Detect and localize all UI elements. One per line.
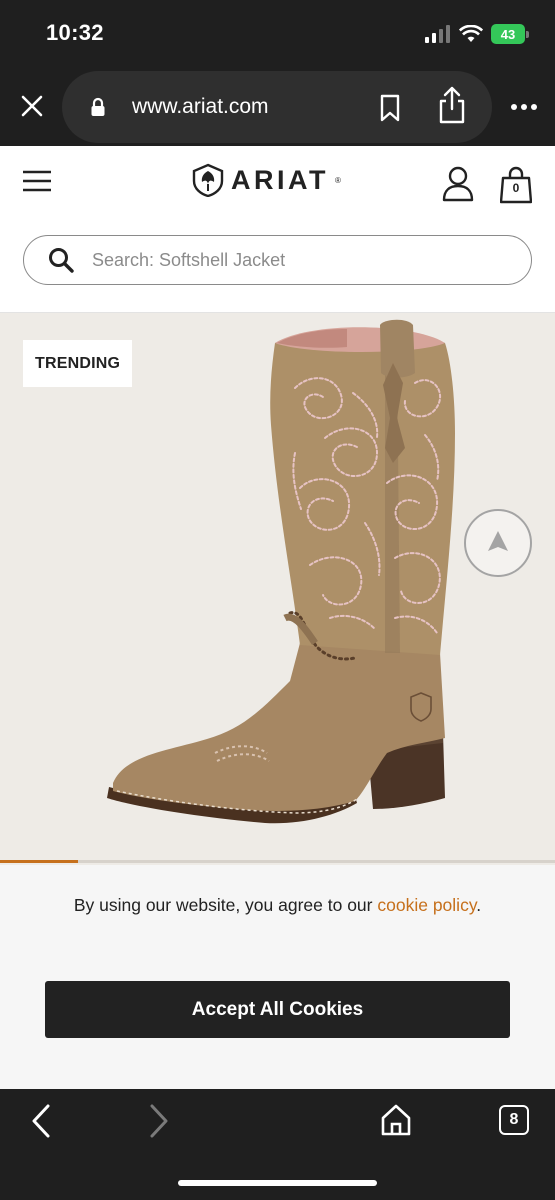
lock-icon (91, 97, 105, 116)
cookie-message-text: By using our website, you agree to our (73, 895, 373, 915)
close-button[interactable] (14, 88, 50, 124)
status-time: 10:32 (46, 20, 104, 45)
forward-icon (150, 1104, 168, 1138)
status-icons: 43 (425, 24, 529, 44)
address-bar[interactable]: www.ariat.com (62, 71, 492, 143)
brand-logo[interactable]: ARIAT ® (191, 163, 341, 197)
forward-button[interactable] (146, 1103, 172, 1139)
home-button[interactable] (380, 1103, 412, 1137)
carousel-progress-fill (0, 860, 78, 863)
search-icon[interactable] (48, 247, 74, 273)
home-icon (381, 1104, 411, 1136)
browser-url-bar: www.ariat.com (0, 68, 555, 146)
battery-indicator: 43 (491, 24, 529, 44)
account-button[interactable] (442, 166, 474, 202)
back-button[interactable] (28, 1103, 54, 1139)
cellular-signal-icon (425, 25, 450, 43)
site-header: ARIAT ® 0 (0, 146, 555, 313)
search-bar (23, 235, 532, 285)
battery-level: 43 (491, 24, 525, 44)
url-text: www.ariat.com (132, 95, 269, 118)
share-icon (439, 86, 465, 124)
brand-tm: ® (335, 175, 341, 185)
cowboy-boot-product-image[interactable] (95, 313, 455, 843)
menu-button[interactable] (22, 168, 52, 194)
carousel-progress (0, 860, 555, 863)
hero-carousel[interactable]: TRENDING (0, 313, 555, 865)
cookie-message-period: . (476, 895, 482, 915)
account-icon (442, 166, 474, 202)
tabs-button[interactable]: 8 (499, 1105, 529, 1135)
brand-name: ARIAT (231, 164, 329, 195)
close-icon (21, 95, 43, 117)
search-input[interactable] (92, 245, 512, 275)
bookmark-button[interactable] (376, 93, 404, 123)
bag-count: 0 (512, 181, 520, 195)
ariat-horse-emblem-icon (192, 163, 224, 197)
accept-all-cookies-button[interactable]: Accept All Cookies (45, 981, 510, 1038)
share-button[interactable] (436, 85, 468, 125)
status-bar: 10:32 43 (0, 0, 555, 68)
home-indicator (178, 1180, 377, 1186)
more-icon (511, 104, 537, 110)
scroll-to-top-button[interactable] (464, 509, 532, 577)
cookie-policy-link[interactable]: cookie policy (377, 895, 476, 915)
bookmark-icon (380, 94, 400, 122)
cookie-message: By using our website, you agree to our c… (60, 893, 495, 917)
trending-badge: TRENDING (23, 340, 133, 387)
shopping-bag-button[interactable]: 0 (499, 166, 533, 204)
more-button[interactable] (508, 93, 540, 121)
cookie-banner: By using our website, you agree to our c… (0, 865, 555, 1089)
wifi-icon (459, 25, 483, 42)
scroll-top-icon (488, 531, 508, 551)
browser-toolbar: 8 (0, 1089, 555, 1200)
back-icon (32, 1104, 50, 1138)
menu-icon (23, 170, 51, 192)
